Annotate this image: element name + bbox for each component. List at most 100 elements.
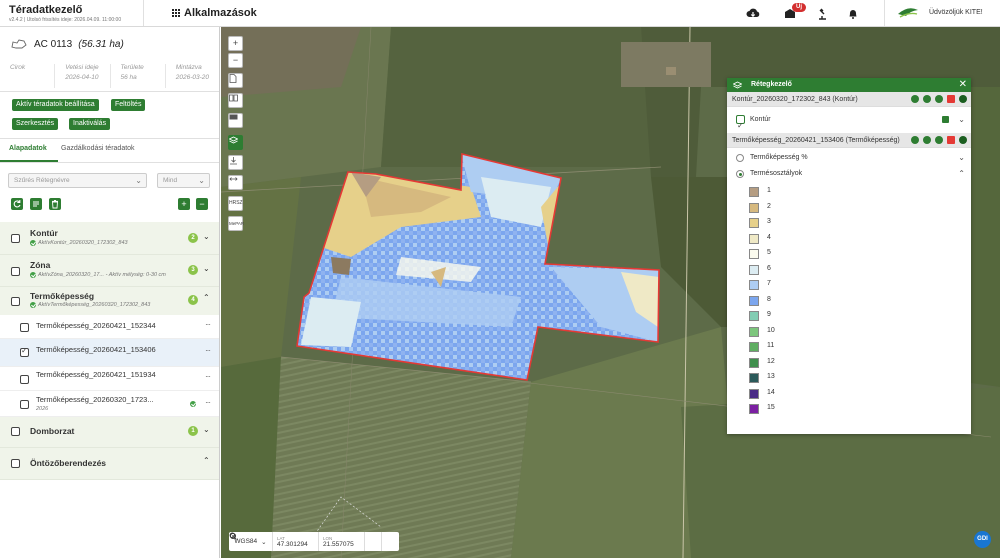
deactivate-button[interactable]: Inaktiválás — [69, 118, 111, 130]
group-checkbox[interactable] — [11, 234, 20, 243]
collapse-all-button[interactable]: − — [196, 198, 208, 210]
more-icon[interactable]: ··· — [205, 346, 211, 355]
arrows-horizontal-icon — [229, 177, 238, 181]
group-title: Kontúr — [30, 228, 58, 238]
more-icon[interactable]: ··· — [205, 398, 211, 407]
layer-name-filter[interactable]: Szűrés Rétegnévre ⌄ — [8, 173, 147, 188]
opacity-icon[interactable] — [923, 95, 931, 103]
item-checkbox[interactable] — [20, 375, 29, 384]
radio-classes[interactable] — [736, 170, 744, 178]
group-domborzat[interactable]: Domborzat 1 ⌄ — [0, 417, 219, 448]
layer-kontur-row[interactable]: Kontúr ⌄ — [727, 107, 971, 139]
chevron-down-icon[interactable]: ⌄ — [958, 107, 965, 133]
layer-termokepesseg[interactable]: Termőképesség_20260421_153406 (Termőképe… — [727, 133, 971, 148]
layer-checkbox[interactable] — [736, 113, 745, 139]
book-button[interactable] — [228, 93, 243, 108]
gdi-badge[interactable]: GDI — [974, 531, 991, 548]
ruler-button[interactable] — [228, 113, 243, 128]
zoom-to-icon[interactable] — [935, 136, 943, 144]
option-classes[interactable]: Termésosztályok ⌃ — [727, 166, 971, 182]
active-settings-button[interactable]: Aktív téradatok beállítása — [12, 99, 99, 111]
edit-button[interactable]: Szerkesztés — [12, 118, 59, 130]
field-name: AC 0113 — [34, 38, 73, 50]
group-kontur[interactable]: Kontúr AktívKontúr_20260320_172302_843 2… — [0, 222, 219, 255]
info-area: Területe 56 ha — [109, 64, 165, 88]
opacity-icon[interactable] — [923, 136, 931, 144]
more-icon[interactable]: ··· — [205, 372, 211, 381]
item-name: Termőképesség_20260320_1723... — [36, 395, 154, 404]
lon-field[interactable]: LON 21.557075 — [319, 532, 365, 551]
layers-button[interactable] — [228, 135, 243, 150]
field-info: Cirok Vetési ideje 2026-04-10 Területe 5… — [0, 64, 219, 88]
tab-basic[interactable]: Alapadatok — [9, 145, 47, 152]
bell-icon[interactable] — [846, 7, 860, 20]
trash-icon[interactable] — [947, 95, 955, 103]
more-icon[interactable]: ··· — [205, 320, 211, 329]
eye-icon[interactable] — [911, 95, 919, 103]
group-checkbox[interactable] — [11, 267, 20, 276]
item-year: 2026 — [36, 406, 49, 412]
eye-icon[interactable] — [911, 136, 919, 144]
document-button[interactable] — [228, 73, 243, 88]
group-ontozo[interactable]: Öntözőberendezés ⌃ — [0, 448, 219, 480]
legend-label: 5 — [767, 249, 771, 256]
chevron-down-circle-icon[interactable] — [959, 95, 967, 103]
microscope-icon[interactable] — [815, 7, 829, 20]
item-checkbox[interactable] — [20, 400, 29, 409]
refresh-button[interactable] — [11, 198, 23, 210]
tab-economic[interactable]: Gazdálkodási téradatok — [61, 145, 135, 152]
zoom-in-button[interactable]: + — [228, 36, 243, 51]
hrsz-toggle[interactable]: HRSZ — [228, 196, 243, 211]
expand-all-button[interactable]: + — [178, 198, 190, 210]
list-item[interactable]: Termőképesség_20260421_152344 ··· — [0, 315, 219, 339]
layers-icon — [229, 136, 238, 144]
paint-icon[interactable] — [942, 116, 949, 123]
list-settings-button[interactable] — [30, 198, 42, 210]
apps-menu[interactable]: Alkalmazások — [172, 7, 257, 19]
chevron-up-icon[interactable]: ⌃ — [203, 456, 210, 465]
trash-icon[interactable] — [947, 136, 955, 144]
legend-label: 3 — [767, 218, 771, 225]
legend-item: 14 — [727, 386, 971, 402]
chevron-up-icon[interactable]: ⌃ — [203, 293, 210, 302]
cloud-download-icon[interactable] — [746, 7, 760, 20]
list-item[interactable]: Termőképesség_20260421_153406 ··· — [0, 339, 219, 367]
target-icon — [229, 532, 237, 540]
upload-button[interactable]: Feltöltés — [111, 99, 146, 111]
search-location-button[interactable] — [229, 532, 382, 551]
group-checkbox[interactable] — [11, 427, 20, 436]
chevron-down-icon[interactable]: ⌄ — [958, 150, 965, 166]
measure-button[interactable] — [228, 175, 243, 190]
chevron-up-icon[interactable]: ⌃ — [958, 166, 965, 182]
chevron-down-circle-icon[interactable] — [959, 136, 967, 144]
zoom-to-icon[interactable] — [935, 95, 943, 103]
chevron-down-icon[interactable]: ⌄ — [203, 264, 210, 273]
close-icon[interactable]: ✕ — [959, 78, 967, 92]
group-checkbox[interactable] — [11, 297, 20, 306]
download-button[interactable] — [228, 155, 243, 170]
option-percent[interactable]: Termőképesség % ⌄ — [727, 150, 971, 166]
locate-button[interactable] — [229, 532, 399, 551]
map-view[interactable]: + − HRSZ MePAR WGS84 ⌄ LAT 47.301294 LON … — [221, 27, 1000, 558]
field-area: (56.31 ha) — [78, 38, 124, 50]
legend-swatch — [749, 295, 759, 306]
layer-tools — [911, 95, 967, 103]
chevron-down-icon[interactable]: ⌄ — [203, 425, 210, 434]
chevron-down-icon: ⌄ — [198, 176, 205, 185]
mepar-toggle[interactable]: MePAR — [228, 216, 244, 231]
lat-field[interactable]: LAT 47.301294 — [273, 532, 319, 551]
chevron-down-icon[interactable]: ⌄ — [203, 232, 210, 241]
group-checkbox[interactable] — [11, 459, 20, 468]
mode-select[interactable]: Mind ⌄ — [157, 173, 210, 188]
legend-item: 4 — [727, 231, 971, 247]
item-checkbox[interactable] — [20, 346, 29, 357]
layer-kontur[interactable]: Kontúr_20260320_172302_843 (Kontúr) — [727, 92, 971, 107]
list-item[interactable]: Termőképesség_20260421_151934 ··· — [0, 367, 219, 391]
check-circle-icon — [30, 272, 36, 278]
radio-percent[interactable] — [736, 154, 744, 162]
item-checkbox[interactable] — [20, 323, 29, 332]
group-zona[interactable]: Zóna AktívZóna_20260320_17... - Aktív mé… — [0, 255, 219, 287]
zoom-out-button[interactable]: − — [228, 53, 243, 68]
delete-button[interactable] — [49, 198, 61, 210]
list-item[interactable]: Termőképesség_20260320_1723... 2026 ··· — [0, 391, 219, 417]
